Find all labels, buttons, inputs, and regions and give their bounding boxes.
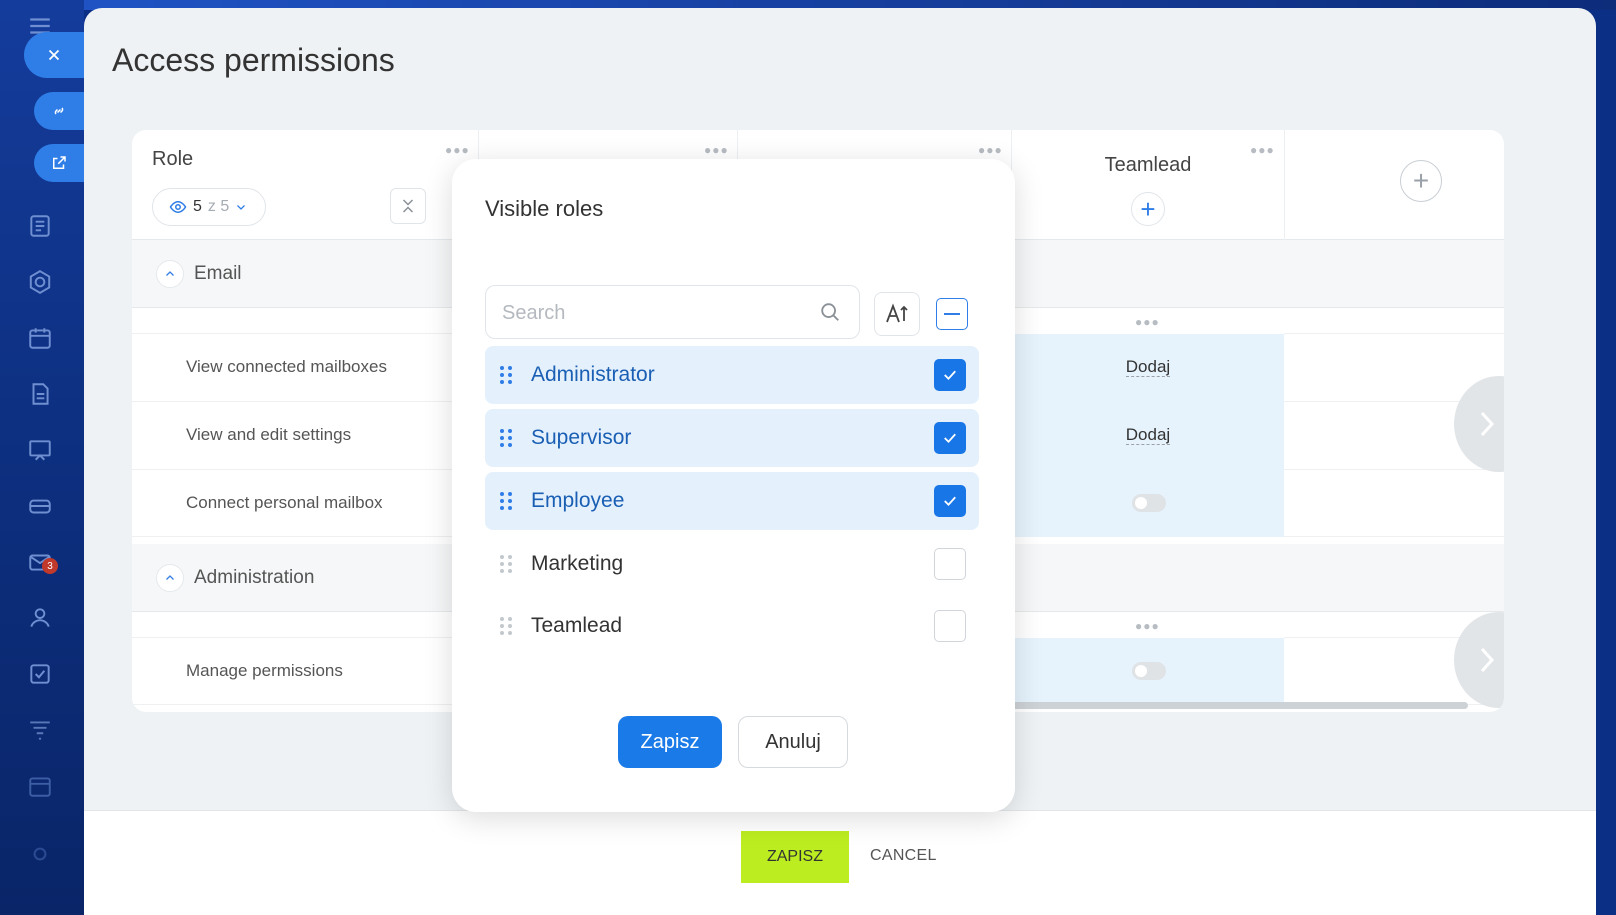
search-icon (819, 301, 841, 328)
drag-handle-icon[interactable] (499, 616, 513, 636)
section-label: Email (194, 263, 242, 284)
card-icon[interactable] (26, 492, 54, 520)
permission-label: Connect personal mailbox (186, 493, 383, 512)
tasks-icon[interactable] (26, 660, 54, 688)
chevron-up-icon[interactable] (156, 564, 184, 592)
column-title: Teamlead (1104, 154, 1192, 176)
more-icon[interactable]: ●●● (1135, 620, 1160, 632)
chevron-down-icon (237, 205, 246, 210)
visible-count: 5 (193, 198, 202, 215)
dialog-title: Visible roles (485, 196, 604, 221)
teamlead-cell (1012, 638, 1284, 705)
check-icon (944, 433, 956, 444)
sort-alphabetical-button[interactable] (874, 292, 920, 336)
sort-icon (886, 303, 908, 323)
role-checkbox[interactable] (934, 485, 966, 517)
role-label: Employee (531, 489, 625, 512)
left-rail: 3 (0, 0, 84, 915)
search-field (485, 285, 860, 339)
collapse-all-button[interactable] (390, 188, 426, 224)
add-member-button[interactable]: + (1131, 192, 1165, 226)
chevron-right-icon (1480, 411, 1495, 437)
more-icon[interactable]: ●●● (1135, 316, 1160, 328)
horizontal-scrollbar[interactable] (988, 702, 1468, 709)
chevron-up-icon[interactable] (156, 260, 184, 288)
more-icon[interactable]: ●●● (978, 144, 1003, 156)
chevron-right-icon (1480, 647, 1495, 673)
check-icon (944, 370, 956, 381)
section-label: Administration (194, 567, 315, 588)
role-checkbox[interactable] (934, 422, 966, 454)
eye-icon (169, 200, 187, 214)
role-item[interactable]: Administrator (485, 346, 979, 404)
calendar-icon[interactable] (26, 324, 54, 352)
check-icon (944, 496, 956, 507)
column-teamlead: Teamlead + (1012, 130, 1284, 240)
more-icon[interactable]: ●●● (445, 144, 470, 156)
role-label: Teamlead (531, 614, 623, 637)
settings-icon[interactable] (26, 840, 54, 868)
role-item[interactable]: Supervisor (485, 409, 979, 467)
role-header: Role (152, 148, 194, 170)
collapse-icon (402, 199, 414, 213)
contacts-icon[interactable] (26, 604, 54, 632)
document-icon[interactable] (26, 380, 54, 408)
role-label: Supervisor (531, 426, 632, 449)
role-checkbox[interactable] (934, 610, 966, 642)
dialog-save-button[interactable]: Zapisz (618, 716, 722, 768)
drag-handle-icon[interactable] (499, 554, 513, 574)
dialog-cancel-button[interactable]: Anuluj (738, 716, 848, 768)
deselect-all-checkbox[interactable] (936, 298, 968, 330)
teamlead-cells: Dodaj Dodaj (1012, 334, 1284, 537)
add-link[interactable]: Dodaj (1012, 425, 1284, 445)
filter-icon[interactable] (26, 716, 54, 744)
cancel-button[interactable]: CANCEL (870, 847, 937, 865)
role-checkbox[interactable] (934, 359, 966, 391)
board-icon[interactable] (26, 436, 54, 464)
link-icon (54, 107, 64, 115)
visible-roles-dialog: Visible roles Administrator Supervisor E… (452, 159, 1015, 812)
more-icon[interactable]: ●●● (704, 144, 729, 156)
more-icon[interactable]: ●●● (1250, 144, 1275, 156)
permission-label: Manage permissions (186, 661, 343, 680)
role-label: Administrator (531, 363, 655, 386)
toggle-switch[interactable] (1132, 662, 1166, 680)
drag-handle-icon[interactable] (499, 428, 513, 448)
visible-total: z 5 (207, 198, 230, 215)
role-item[interactable]: Teamlead (485, 597, 979, 655)
drag-handle-icon[interactable] (499, 491, 513, 511)
schedule-icon[interactable] (26, 772, 54, 800)
drag-handle-icon[interactable] (499, 365, 513, 385)
hexagon-icon[interactable] (26, 268, 54, 296)
save-button[interactable]: ZAPISZ (741, 831, 849, 883)
external-link-icon (53, 156, 66, 169)
role-checkbox[interactable] (934, 548, 966, 580)
role-label: Marketing (531, 552, 624, 575)
page-title: Access permissions (112, 42, 395, 78)
role-item[interactable]: Marketing (485, 535, 979, 593)
role-item[interactable]: Employee (485, 472, 979, 530)
permission-label: View connected mailboxes (186, 357, 387, 376)
mail-badge: 3 (42, 558, 58, 574)
close-icon (48, 49, 60, 61)
column-divider (1284, 130, 1285, 240)
permission-label: View and edit settings (186, 425, 352, 444)
open-new-window-button[interactable] (34, 144, 84, 182)
add-role-button[interactable]: + (1400, 160, 1442, 202)
teamlead-cell: ●●● (1012, 612, 1284, 638)
news-icon[interactable] (26, 212, 54, 240)
copy-link-button[interactable] (34, 92, 84, 130)
search-input[interactable] (502, 300, 802, 326)
close-slider-button[interactable] (24, 32, 84, 78)
add-link[interactable]: Dodaj (1012, 357, 1284, 377)
teamlead-cell: ●●● (1012, 308, 1284, 334)
toggle-switch[interactable] (1132, 494, 1166, 512)
footer-bar: ZAPISZ CANCEL (84, 810, 1596, 915)
visible-roles-chip[interactable]: 5 z 5 (152, 188, 266, 226)
